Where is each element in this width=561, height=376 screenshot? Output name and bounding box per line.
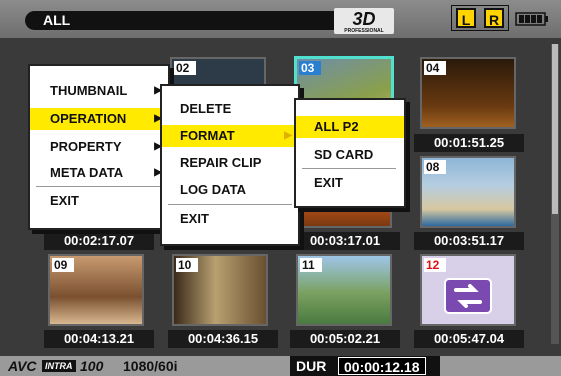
menu-item-meta-data[interactable]: META DATA ▶ — [30, 162, 168, 184]
clip-number: 10 — [176, 258, 198, 272]
clip-timecode: 00:01:51.25 — [414, 134, 524, 152]
clip-number: 11 — [300, 258, 322, 272]
menu-item-format[interactable]: FORMAT ▶ — [162, 125, 298, 147]
menu-item-operation[interactable]: OPERATION ▶ — [30, 108, 168, 130]
clip-number: 12 — [424, 258, 446, 272]
menu-item-label: OPERATION — [50, 111, 127, 126]
scrollbar[interactable] — [551, 44, 559, 344]
clip-timecode: 00:05:02.21 — [290, 330, 400, 348]
video-format: 1080/60i — [123, 358, 178, 374]
top-bar: ALL 3D PROFESSIONAL L R — [0, 0, 561, 38]
menu-item-exit[interactable]: EXIT — [162, 208, 298, 230]
menu-item-label: FORMAT — [180, 128, 235, 143]
svg-text:PROFESSIONAL: PROFESSIONAL — [344, 28, 383, 34]
status-bar: AVC INTRA 100 1080/60i DUR 00:00:12.18 — [0, 356, 561, 376]
filter-label: ALL — [43, 12, 71, 28]
main-menu: THUMBNAIL ▶ OPERATION ▶ PROPERTY ▶ META … — [28, 64, 170, 230]
clip-browser-screen: ALL 3D PROFESSIONAL L R 02 03 04 00:01:5… — [0, 0, 561, 376]
menu-item-sd-card[interactable]: SD CARD — [296, 144, 404, 166]
menu-separator — [36, 186, 162, 187]
menu-separator — [168, 204, 292, 205]
menu-item-delete[interactable]: DELETE — [162, 98, 298, 120]
duration-label: DUR — [296, 358, 327, 374]
menu-item-label: REPAIR CLIP — [180, 155, 262, 170]
operation-submenu: DELETE FORMAT ▶ REPAIR CLIP LOG DATA EXI… — [160, 84, 300, 246]
menu-item-label: EXIT — [314, 175, 343, 190]
clip-number: 04 — [424, 61, 446, 75]
menu-item-exit[interactable]: EXIT — [296, 172, 404, 194]
3d-logo-icon: 3D PROFESSIONAL — [334, 8, 394, 34]
clip-number: 09 — [52, 258, 74, 272]
menu-item-log-data[interactable]: LOG DATA — [162, 179, 298, 201]
codec-intra: INTRA — [42, 360, 76, 372]
menu-item-label: LOG DATA — [180, 182, 246, 197]
clip-thumbnail-12[interactable]: 12 — [420, 254, 516, 326]
chevron-right-icon: ▶ — [284, 130, 292, 141]
svg-text:3D: 3D — [352, 9, 375, 29]
right-channel-badge: R — [484, 8, 504, 28]
clip-timecode: 00:04:13.21 — [44, 330, 154, 348]
menu-item-label: EXIT — [180, 211, 209, 226]
clip-thumbnail-08[interactable]: 08 — [420, 156, 516, 228]
battery-icon — [515, 12, 548, 26]
menu-item-all-p2[interactable]: ALL P2 — [296, 116, 404, 138]
clip-thumbnail-10[interactable]: 10 — [172, 254, 268, 326]
duration-box: DUR 00:00:12.18 — [290, 356, 440, 376]
menu-item-exit[interactable]: EXIT — [30, 190, 168, 212]
clip-thumbnail-09[interactable]: 09 — [48, 254, 144, 326]
scrollbar-thumb[interactable] — [552, 44, 558, 214]
menu-item-label: THUMBNAIL — [50, 83, 128, 98]
menu-item-label: DELETE — [180, 101, 232, 116]
menu-item-label: SD CARD — [314, 147, 374, 162]
format-submenu: ALL P2 SD CARD EXIT — [294, 98, 406, 208]
codec-bitrate: 100 — [80, 358, 104, 374]
menu-item-property[interactable]: PROPERTY ▶ — [30, 136, 168, 158]
clip-number: 03 — [299, 61, 321, 75]
codec-avc: AVC — [8, 358, 37, 374]
menu-separator — [302, 168, 396, 169]
proxy-clip-icon — [444, 278, 492, 314]
menu-item-label: META DATA — [50, 165, 124, 180]
clip-filter[interactable]: ALL — [25, 11, 351, 30]
clip-thumbnail-11[interactable]: 11 — [296, 254, 392, 326]
clip-timecode: 00:05:47.04 — [414, 330, 524, 348]
clip-thumbnail-04[interactable]: 04 — [420, 57, 516, 129]
clip-number: 02 — [174, 61, 196, 75]
clip-timecode: 00:03:17.01 — [290, 232, 400, 250]
left-channel-badge: L — [456, 8, 476, 28]
clip-timecode: 00:03:51.17 — [414, 232, 524, 250]
menu-item-repair-clip[interactable]: REPAIR CLIP — [162, 152, 298, 174]
menu-item-label: PROPERTY — [50, 139, 122, 154]
clip-timecode: 00:02:17.07 — [44, 232, 154, 250]
menu-item-label: EXIT — [50, 193, 79, 208]
menu-item-thumbnail[interactable]: THUMBNAIL ▶ — [30, 80, 168, 102]
duration-value: 00:00:12.18 — [338, 357, 426, 375]
clip-number: 08 — [424, 160, 446, 174]
clip-timecode: 00:04:36.15 — [168, 330, 278, 348]
menu-item-label: ALL P2 — [314, 119, 359, 134]
